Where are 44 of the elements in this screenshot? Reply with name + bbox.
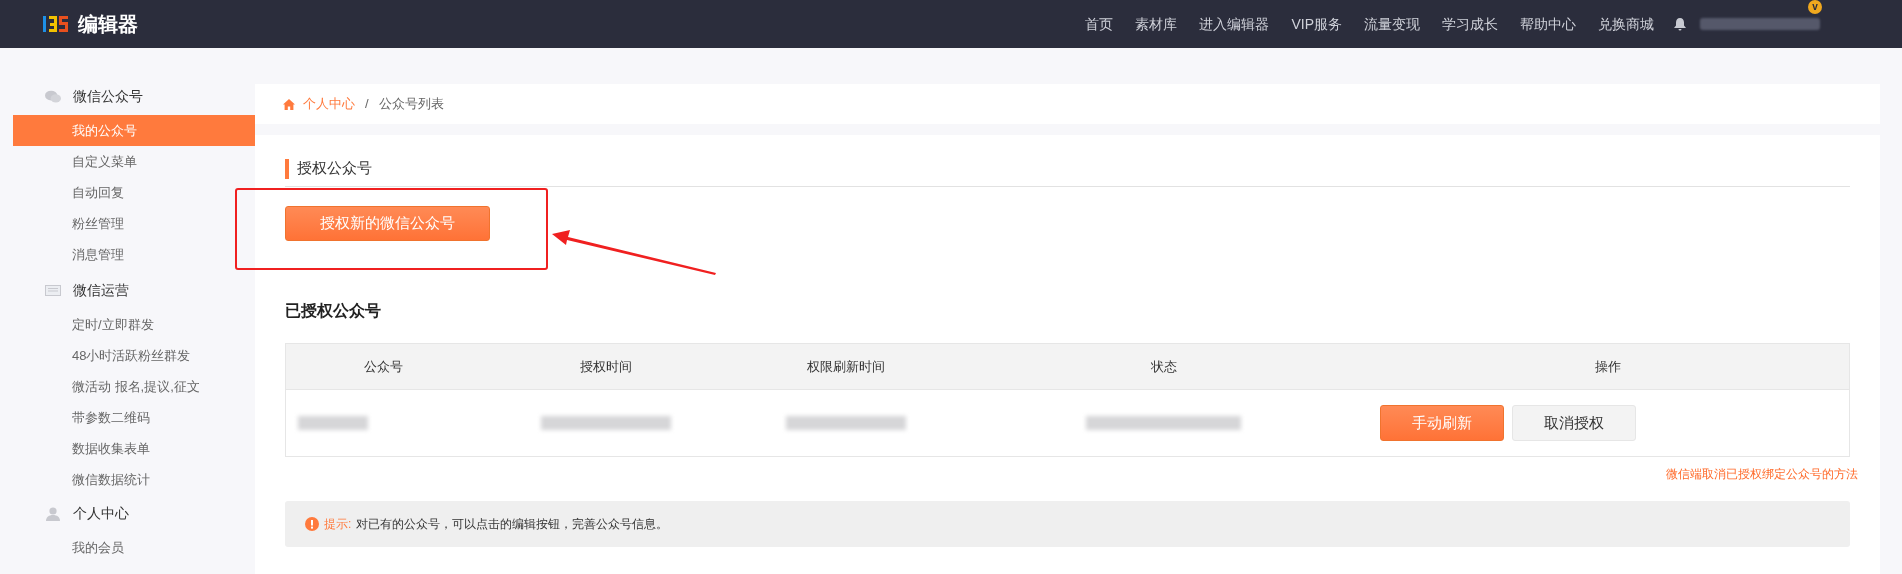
column-header: 公众号 xyxy=(364,357,403,376)
breadcrumb-separator: / xyxy=(365,95,369,114)
sidebar-item[interactable]: 粉丝管理 xyxy=(13,208,255,239)
redacted-block xyxy=(298,416,368,430)
column-header: 权限刷新时间 xyxy=(807,357,885,376)
nav-link[interactable]: 首页 xyxy=(1085,13,1114,35)
cancel-authorization-button[interactable]: 取消授权 xyxy=(1512,405,1636,441)
sidebar-item[interactable]: 定时/立即群发 xyxy=(13,309,255,340)
sidebar-item[interactable]: 消息管理 xyxy=(13,239,255,270)
nav-link[interactable]: 帮助中心 xyxy=(1520,13,1576,35)
nav-link[interactable]: 素材库 xyxy=(1135,13,1178,35)
help-link[interactable]: 微信端取消已授权绑定公众号的方法 xyxy=(1666,465,1858,483)
column-header: 授权时间 xyxy=(580,357,632,376)
sidebar-item[interactable]: 微活动 报名,提议,征文 xyxy=(13,371,255,402)
nav-link[interactable]: 兑换商城 xyxy=(1598,13,1654,35)
user-icon xyxy=(46,506,60,521)
nav-link[interactable]: VIP服务 xyxy=(1291,13,1342,35)
sidebar-item[interactable]: 我的会员 xyxy=(13,532,255,563)
section-title: 已授权公众号 xyxy=(285,301,382,321)
sidebar-item[interactable]: 微信数据统计 xyxy=(13,464,255,495)
sidebar-group-title: 个人中心 xyxy=(73,504,129,523)
sidebar-item[interactable]: 数据收集表单 xyxy=(13,433,255,464)
sidebar-group-title: 微信公众号 xyxy=(73,87,143,106)
home-icon xyxy=(283,98,295,110)
nav-link[interactable]: 进入编辑器 xyxy=(1199,13,1270,35)
warning-icon xyxy=(305,517,319,531)
sidebar-item[interactable]: 自定义菜单 xyxy=(13,146,255,177)
sidebar-item[interactable]: 带参数二维码 xyxy=(13,402,255,433)
bell-icon[interactable] xyxy=(1674,17,1686,31)
envelope-icon xyxy=(45,285,61,296)
nav-link[interactable]: 学习成长 xyxy=(1442,13,1498,35)
logo-text: 编辑器 xyxy=(78,12,138,37)
vip-badge: v xyxy=(1808,0,1822,14)
nav-link[interactable]: 流量变现 xyxy=(1364,13,1420,35)
tip-text: 对已有的公众号，可以点击的编辑按钮，完善公众号信息。 xyxy=(356,516,669,533)
tip-label: 提示: xyxy=(324,516,352,533)
title-accent-bar xyxy=(285,158,289,179)
column-header: 状态 xyxy=(1150,357,1177,376)
column-header: 操作 xyxy=(1594,357,1621,376)
chat-bubbles-icon xyxy=(45,90,61,103)
sidebar-item[interactable]: 自动回复 xyxy=(13,177,255,208)
sidebar-item[interactable]: 48小时活跃粉丝群发 xyxy=(13,340,255,371)
sidebar-group-title: 微信运营 xyxy=(73,281,129,300)
section-title: 授权公众号 xyxy=(297,158,372,179)
